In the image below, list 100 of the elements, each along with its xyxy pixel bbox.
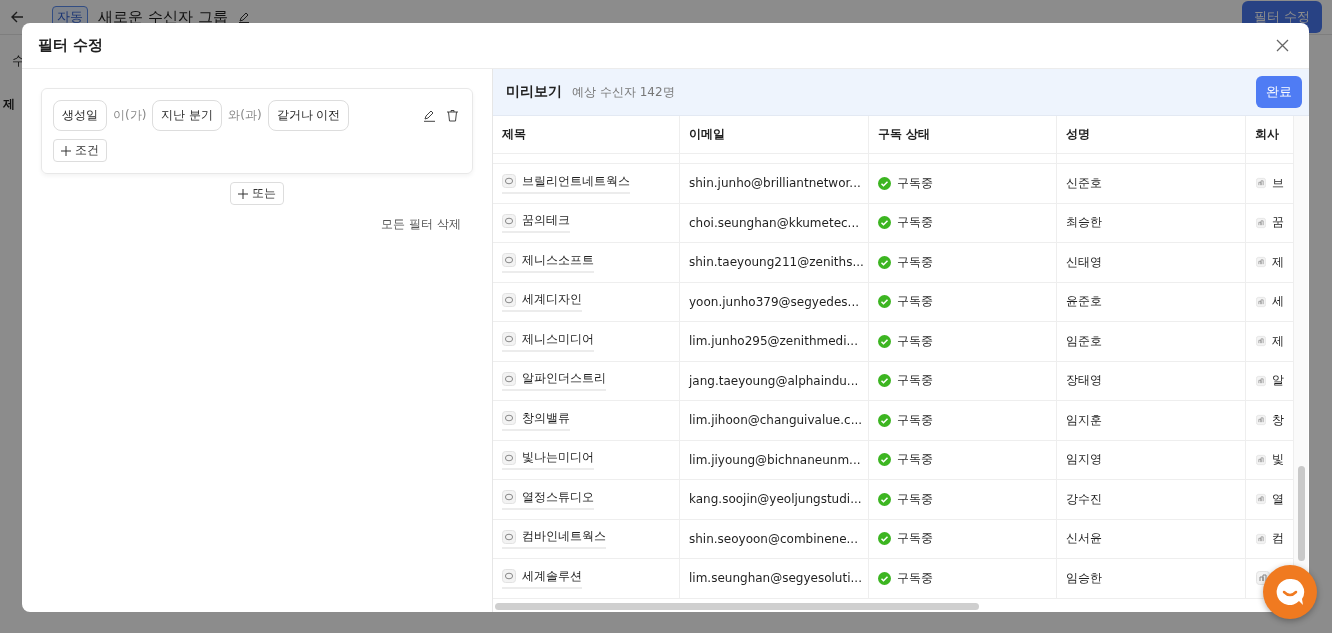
operator-label: 와(과)	[228, 107, 262, 124]
status-text: 구독중	[897, 530, 933, 548]
done-button[interactable]: 완료	[1256, 76, 1302, 108]
table-cell: 임지영	[1057, 440, 1246, 479]
title-text: 세계디자인	[522, 291, 582, 309]
tag-icon	[502, 569, 516, 584]
column-header: 제	[3, 96, 15, 113]
plus-icon	[61, 145, 71, 156]
tag-icon	[502, 253, 516, 268]
dialog-title: 필터 수정	[38, 36, 104, 55]
company-text: 꿈	[1272, 214, 1284, 232]
title-text: 알파인더스트리	[522, 370, 606, 388]
table-cell: 최승한	[1057, 203, 1246, 242]
table-cell: 장태영	[1057, 361, 1246, 400]
company-text: 제	[1272, 332, 1284, 350]
tag-icon	[502, 529, 516, 544]
company-text: 창	[1272, 411, 1284, 429]
table-cell: 신준호	[1057, 164, 1246, 203]
tag-icon	[502, 371, 516, 386]
title-text: 컴바인네트웍스	[522, 528, 606, 546]
table-cell: 신서윤	[1057, 519, 1246, 558]
value-chip[interactable]: 지난 분기	[152, 100, 223, 131]
table-cell: yoon.junho379@segyedes...	[680, 282, 869, 321]
company-text: 열	[1272, 490, 1284, 508]
tag-icon	[502, 411, 516, 426]
column-header: 성명	[1057, 116, 1246, 153]
status-text: 구독중	[897, 411, 933, 429]
company-text: 알	[1272, 372, 1284, 390]
horizontal-scrollbar-thumb[interactable]	[495, 603, 979, 610]
tag-icon	[502, 450, 516, 465]
column-header: 제목	[493, 116, 680, 153]
title-text: 꿈의테크	[522, 212, 570, 230]
status-text: 구독중	[897, 174, 933, 192]
operator-label: 이(가)	[113, 107, 147, 124]
status-text: 구독중	[897, 332, 933, 350]
table-cell: 강수진	[1057, 480, 1246, 519]
title-text: 창의밸류	[522, 409, 570, 427]
status-text: 구독중	[897, 569, 933, 587]
building-icon	[1256, 255, 1266, 270]
table-cell: lim.seunghan@segyesoluti...	[680, 559, 869, 598]
status-text: 구독중	[897, 490, 933, 508]
building-icon	[1256, 531, 1266, 546]
building-icon	[1256, 215, 1266, 230]
chat-button[interactable]	[1263, 565, 1317, 619]
table-cell: shin.taeyoung211@zeniths...	[680, 243, 869, 282]
building-icon	[1256, 294, 1266, 309]
building-icon	[1256, 334, 1266, 349]
table-cell: lim.jihoon@changuivalue.c...	[680, 401, 869, 440]
table-cell: shin.seoyoon@combinene...	[680, 519, 869, 558]
status-text: 구독중	[897, 451, 933, 469]
table-cell: 윤준호	[1057, 282, 1246, 321]
column-header: 이메일	[680, 116, 869, 153]
company-text: 브	[1272, 174, 1284, 192]
add-or-button[interactable]: 또는	[230, 182, 284, 205]
tag-icon	[502, 332, 516, 347]
pencil-icon[interactable]	[237, 11, 250, 23]
table-cell: 임승한	[1057, 559, 1246, 598]
clear-filters-link[interactable]: 모든 필터 삭제	[375, 215, 467, 234]
title-text: 열정스튜디오	[522, 488, 594, 506]
table-cell: 임준호	[1057, 322, 1246, 361]
tag-icon	[502, 213, 516, 228]
tag-icon	[502, 174, 516, 189]
tag-icon	[502, 292, 516, 307]
table-cell: shin.junho@brilliantnetwor...	[680, 164, 869, 203]
table-cell: kang.soojin@yeoljungstudi...	[680, 480, 869, 519]
status-text: 구독중	[897, 293, 933, 311]
building-icon	[1256, 413, 1266, 428]
table-cell: jang.taeyoung@alphaindu...	[680, 361, 869, 400]
table-cell: 신태영	[1057, 243, 1246, 282]
field-chip[interactable]: 생성일	[53, 100, 107, 131]
company-text: 빛	[1272, 451, 1284, 469]
table-cell: 임지훈	[1057, 401, 1246, 440]
table-cell: lim.jiyoung@bichnaneunm...	[680, 440, 869, 479]
tag-icon	[502, 490, 516, 505]
title-text: 제니스소프트	[522, 251, 594, 269]
comparison-chip[interactable]: 같거나 이전	[267, 100, 350, 131]
back-icon[interactable]	[10, 10, 24, 24]
column-header: 구독 상태	[869, 116, 1057, 153]
title-text: 세계솔루션	[522, 567, 582, 585]
add-condition-button[interactable]: 조건	[53, 139, 107, 162]
vertical-scrollbar-thumb[interactable]	[1298, 466, 1305, 561]
table-cell: lim.junho295@zenithmedi...	[680, 322, 869, 361]
trash-icon[interactable]	[444, 107, 461, 124]
building-icon	[1256, 492, 1266, 507]
title-text: 빛나는미디어	[522, 449, 594, 467]
status-text: 구독중	[897, 253, 933, 271]
company-text: 컴	[1272, 530, 1284, 548]
building-icon	[1256, 452, 1266, 467]
building-icon	[1256, 373, 1266, 388]
chat-icon	[1275, 577, 1305, 607]
recipient-count: 예상 수신자 142명	[572, 83, 675, 101]
building-icon	[1256, 176, 1266, 191]
plus-icon	[238, 188, 248, 199]
company-text: 세	[1272, 293, 1284, 311]
status-text: 구독중	[897, 372, 933, 390]
preview-title: 미리보기	[506, 83, 562, 101]
table-cell: choi.seunghan@kkumetec...	[680, 203, 869, 242]
title-text: 제니스미디어	[522, 330, 594, 348]
title-text: 브릴리언트네트웍스	[522, 172, 630, 190]
company-text: 제	[1272, 253, 1284, 271]
